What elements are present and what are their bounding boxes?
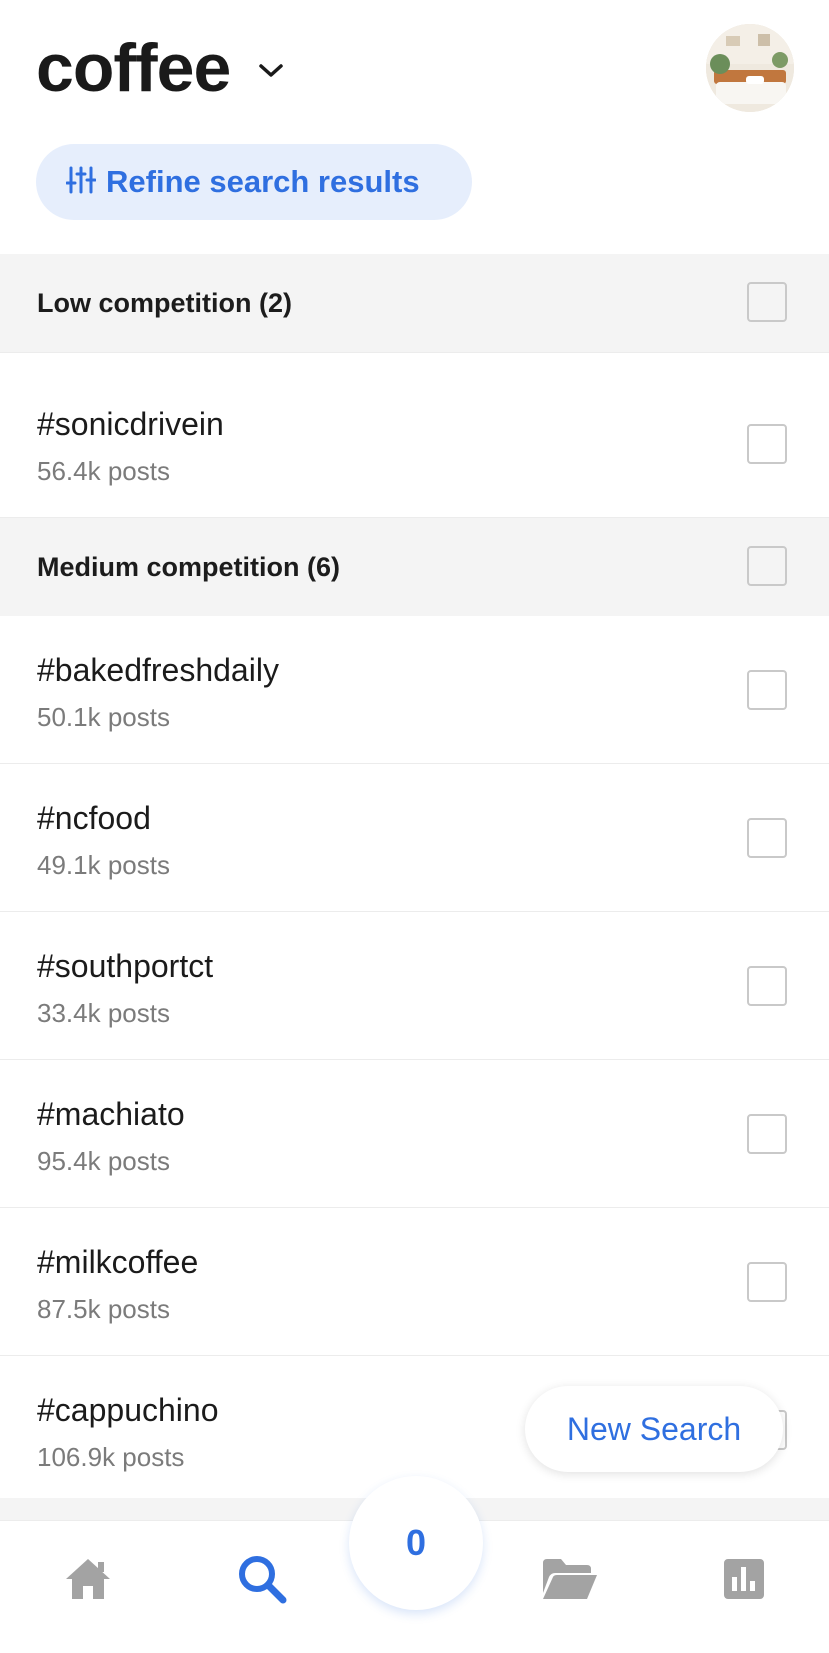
search-term-dropdown[interactable]: coffee (36, 28, 286, 108)
selected-count-button[interactable]: 0 (349, 1476, 483, 1610)
nav-home[interactable] (56, 1549, 120, 1613)
item-checkbox[interactable] (747, 1114, 787, 1154)
list-item[interactable]: #sonicdrivein 56.4k posts (0, 370, 829, 518)
list-item[interactable]: #milkcoffee 87.5k posts (0, 1208, 829, 1356)
refine-search-button[interactable]: Refine search results (36, 144, 472, 220)
section-header-low-competition: Low competition (2) (0, 254, 829, 352)
item-checkbox[interactable] (747, 966, 787, 1006)
section-title: Low competition (2) (37, 287, 292, 318)
section-title: Medium competition (6) (37, 551, 340, 582)
app-screen: coffee Refine search results Low competi… (0, 0, 829, 1653)
section-checkbox[interactable] (747, 546, 787, 586)
list-item[interactable]: #bakedfreshdaily 50.1k posts (0, 616, 829, 764)
hashtag-label: #sonicdrivein (37, 406, 224, 442)
hashtag-label: #southportct (37, 948, 214, 984)
hashtag-list: Low competition (2) #sonicdrivein 56.4k … (0, 254, 829, 1504)
list-item[interactable]: #machiato 95.4k posts (0, 1060, 829, 1208)
avatar[interactable] (706, 24, 794, 112)
list-item[interactable]: #southportct 33.4k posts (0, 912, 829, 1060)
section-checkbox[interactable] (747, 282, 787, 322)
hashtag-label: #bakedfreshdaily (37, 652, 279, 688)
home-icon (64, 1557, 112, 1606)
chevron-down-icon (256, 56, 286, 86)
nav-analytics[interactable] (712, 1549, 776, 1613)
folder-icon (541, 1557, 599, 1606)
item-checkbox[interactable] (747, 1262, 787, 1302)
header: coffee Refine search results (0, 0, 829, 220)
sliders-icon (65, 165, 97, 200)
post-count: 95.4k posts (37, 1146, 170, 1176)
post-count: 87.5k posts (37, 1294, 170, 1324)
post-count: 106.9k posts (37, 1442, 185, 1472)
new-search-button[interactable]: New Search (525, 1386, 783, 1472)
hashtag-label: #cappuchino (37, 1392, 219, 1428)
section-header-medium-competition: Medium competition (6) (0, 518, 829, 616)
post-count: 56.4k posts (37, 456, 170, 486)
refine-search-label: Refine search results (106, 164, 420, 199)
hashtag-label: #ncfood (37, 800, 151, 836)
nav-search[interactable] (230, 1549, 294, 1613)
page-title: coffee (36, 30, 231, 106)
nav-collections[interactable] (538, 1549, 602, 1613)
hashtag-label: #machiato (37, 1096, 185, 1132)
post-count: 33.4k posts (37, 998, 170, 1028)
post-count: 49.1k posts (37, 850, 170, 880)
hashtag-label: #milkcoffee (37, 1244, 199, 1280)
divider (0, 352, 829, 370)
item-checkbox[interactable] (747, 670, 787, 710)
item-checkbox[interactable] (747, 424, 787, 464)
stats-icon (722, 1557, 766, 1606)
item-checkbox[interactable] (747, 818, 787, 858)
list-item[interactable]: #ncfood 49.1k posts (0, 764, 829, 912)
post-count: 50.1k posts (37, 702, 170, 732)
search-icon (236, 1553, 288, 1610)
